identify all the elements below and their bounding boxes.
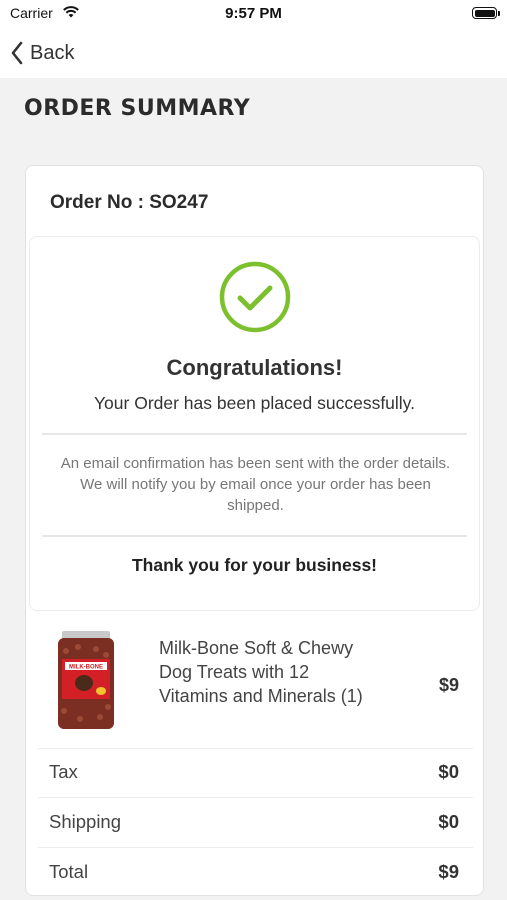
order-item: MILK-BONE Milk-Bone Soft & Chewy Dog Tre… — [38, 621, 473, 749]
battery-tip — [498, 11, 500, 16]
email-confirmation-note: An email confirmation has been sent with… — [60, 455, 451, 514]
success-check-icon — [219, 261, 291, 333]
product-image: MILK-BONE — [58, 631, 114, 729]
order-placed-message: Your Order has been placed successfully. — [93, 393, 415, 413]
congratulations-heading: Congratulations! — [166, 355, 343, 380]
divider — [42, 535, 467, 537]
tax-label: Tax — [49, 761, 78, 782]
total-label: Total — [49, 861, 89, 882]
back-label: Back — [30, 41, 75, 64]
status-bar: Carrier 9:57 PM — [0, 0, 507, 30]
product-brand-text: MILK-BONE — [69, 665, 103, 671]
divider — [42, 433, 467, 435]
battery-icon — [472, 7, 497, 19]
thank-you-message: Thank you for your business! — [131, 555, 378, 575]
shipping-row: Shipping $0 — [38, 798, 473, 848]
back-button[interactable]: Back — [10, 38, 74, 68]
product-name: Milk-Bone Soft & Chewy Dog Treats with 1… — [159, 638, 363, 706]
total-row: Total $9 — [38, 848, 473, 897]
order-number: Order No : SO247 — [50, 192, 209, 213]
tax-row: Tax $0 — [38, 748, 473, 798]
page-title: ORDER SUMMARY — [24, 96, 251, 121]
nav-bar: Back — [0, 30, 507, 78]
clock-time: 9:57 PM — [225, 5, 282, 22]
product-price: $9 — [438, 675, 459, 695]
tax-value: $0 — [438, 761, 459, 782]
chevron-left-icon — [11, 41, 23, 65]
shipping-value: $0 — [438, 811, 459, 832]
order-summary-card: Order No : SO247 Congratulations! Your O… — [25, 165, 484, 896]
shipping-label: Shipping — [49, 811, 122, 832]
total-value: $9 — [438, 861, 459, 882]
confirmation-panel: Congratulations! Your Order has been pla… — [29, 236, 480, 611]
